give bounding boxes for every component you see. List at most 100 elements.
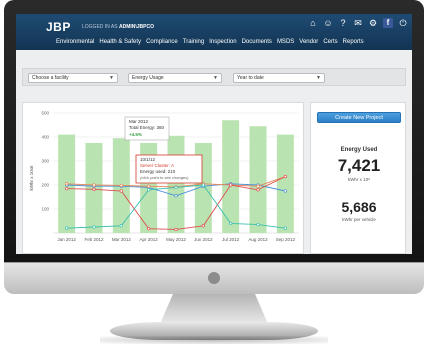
series-point-2 <box>65 182 69 186</box>
x-tick-label: Jul 2012 <box>222 237 240 242</box>
series-point-1 <box>174 194 178 198</box>
metric-select[interactable]: Energy Usage ▼ <box>128 73 222 83</box>
series-point-3 <box>119 189 123 193</box>
nav-item-health-safety[interactable]: Health & Safety <box>99 39 141 45</box>
energy-used-unit: kWhr x 10⁶ <box>347 177 371 182</box>
nav-item-vendor[interactable]: Vendor <box>299 39 318 45</box>
gear-icon[interactable]: ⚙ <box>368 18 378 28</box>
tooltip-hint: (click point to see changes) <box>140 175 189 180</box>
filter-bar: Choose a facility ▼ Energy Usage ▼ Year … <box>22 68 406 86</box>
series-point-3 <box>201 224 205 228</box>
stand-shadow <box>100 336 328 344</box>
x-tick-label: Aug 2012 <box>248 237 268 242</box>
help-icon[interactable]: ? <box>338 18 348 28</box>
facebook-icon[interactable]: f <box>383 18 393 28</box>
series-point-3 <box>174 227 178 232</box>
home-icon[interactable]: ⌂ <box>308 18 318 28</box>
period-select-value: Year to date <box>237 75 264 81</box>
chevron-down-icon: ▼ <box>109 75 114 81</box>
x-tick-label: Jun 2012 <box>194 237 213 242</box>
y-tick-label: 200 <box>41 183 49 188</box>
series-point-3 <box>283 174 287 179</box>
facility-select-value: Choose a facility <box>32 75 69 81</box>
series-point-4 <box>92 225 96 229</box>
series-point-4 <box>174 185 178 190</box>
nav-item-msds[interactable]: MSDS <box>277 39 294 45</box>
tooltip-date: 10/1/12 <box>140 157 156 162</box>
x-tick-label: May 2012 <box>166 237 186 242</box>
x-tick-label: Mar 2012 <box>112 237 132 242</box>
nav-item-certs[interactable]: Certs <box>323 39 337 45</box>
bar-7 <box>222 120 240 233</box>
tooltip-total: Total Energy: 360 <box>129 125 165 130</box>
app-header: JBP LOGGED IN AS ADMIN\JBPCO ⌂ ☺ ? ✉ ⚙ f… <box>16 14 412 50</box>
series-point-2 <box>119 183 123 188</box>
apple-logo-icon <box>208 272 220 284</box>
mail-icon[interactable]: ✉ <box>353 18 363 28</box>
nav-item-compliance[interactable]: Compliance <box>146 39 178 45</box>
series-point-3 <box>256 188 260 192</box>
series-point-3 <box>92 187 96 191</box>
power-icon[interactable]: ⏻ <box>398 18 408 28</box>
bar-5 <box>167 135 185 233</box>
logged-prefix: LOGGED IN AS <box>82 24 118 30</box>
create-new-project-button[interactable]: Create New Project <box>317 112 401 123</box>
facility-select[interactable]: Choose a facility ▼ <box>28 73 118 83</box>
nav-item-inspection[interactable]: Inspection <box>209 39 236 45</box>
y-axis-label: kWhr x 10x6 <box>29 165 34 191</box>
x-tick-label: Sep 2012 <box>276 237 296 242</box>
nav-item-documents[interactable]: Documents <box>242 39 272 45</box>
chevron-down-icon: ▼ <box>316 75 321 81</box>
series-point-4 <box>229 221 233 226</box>
tooltip-cluster-title: Server Cluster: A <box>140 163 174 168</box>
series-point-4 <box>147 188 151 192</box>
y-tick-label: 400 <box>41 135 49 140</box>
imac-mockup: JBP LOGGED IN AS ADMIN\JBPCO ⌂ ☺ ? ✉ ⚙ f… <box>0 0 428 348</box>
series-point-2 <box>92 183 96 187</box>
series-point-3 <box>65 186 69 191</box>
per-vehicle-unit: kWhr per vehicle <box>342 217 376 222</box>
summary-panel: Create New Project Energy Used 7,421 kWh… <box>310 102 406 254</box>
logged-in-label: LOGGED IN AS ADMIN\JBPCO <box>82 24 154 30</box>
series-point-4 <box>65 226 69 230</box>
energy-used-value: 7,421 <box>337 156 381 175</box>
nav-item-environmental[interactable]: Environmental <box>56 39 94 45</box>
monitor-stand-neck <box>160 294 268 324</box>
series-point-4 <box>283 226 287 230</box>
header-icons: ⌂ ☺ ? ✉ ⚙ f ⏻ <box>308 18 408 28</box>
series-point-2 <box>147 184 151 188</box>
series-point-4 <box>119 224 123 228</box>
y-tick-label: 500 <box>41 111 49 116</box>
nav-item-reports[interactable]: Reports <box>343 39 364 45</box>
y-tick-label: 300 <box>41 159 49 164</box>
tooltip-server-cluster: 10/1/12 Server Cluster: A Energy used: 2… <box>135 154 203 184</box>
x-tick-label: Apr 2012 <box>140 237 159 242</box>
tooltip-change: +4.5% <box>129 132 142 137</box>
period-select[interactable]: Year to date ▼ <box>233 73 325 83</box>
series-point-3 <box>229 183 233 187</box>
logged-user: ADMIN\JBPCO <box>118 24 154 30</box>
nav-item-training[interactable]: Training <box>183 39 204 45</box>
energy-chart-panel: Jan 2012 Feb 2012 Mar 2012 Apr 2012 May 2012… <box>22 102 304 254</box>
per-vehicle-value: 5,686 <box>341 199 377 215</box>
energy-chart: Jan 2012 Feb 2012 Mar 2012 Apr 2012 May 2012… <box>29 111 299 242</box>
series-point-1 <box>283 189 287 193</box>
series-point-4 <box>256 222 260 227</box>
tooltip-month: Mar 2012 <box>129 119 149 124</box>
main-nav: Environmental Health & Safety Compliance Tr… <box>56 39 364 45</box>
brand-logo[interactable]: JBP <box>46 20 71 34</box>
user-icon[interactable]: ☺ <box>323 18 333 28</box>
bar-9 <box>276 134 294 233</box>
bar-8 <box>249 126 267 233</box>
x-tick-label: Feb 2012 <box>84 237 104 242</box>
metric-select-value: Energy Usage <box>132 75 164 81</box>
tooltip-total-energy: Mar 2012 Total Energy: 360 +4.5% <box>124 116 170 141</box>
app-screen: JBP LOGGED IN AS ADMIN\JBPCO ⌂ ☺ ? ✉ ⚙ f… <box>16 14 412 254</box>
series-point-4 <box>201 183 205 187</box>
series-point-2 <box>256 184 260 188</box>
y-tick-label: 100 <box>41 207 49 212</box>
tooltip-energy: Energy used: 210 <box>140 169 176 174</box>
energy-used-label: Energy Used <box>340 147 378 153</box>
chevron-down-icon: ▼ <box>213 75 218 81</box>
series-point-3 <box>147 227 151 231</box>
